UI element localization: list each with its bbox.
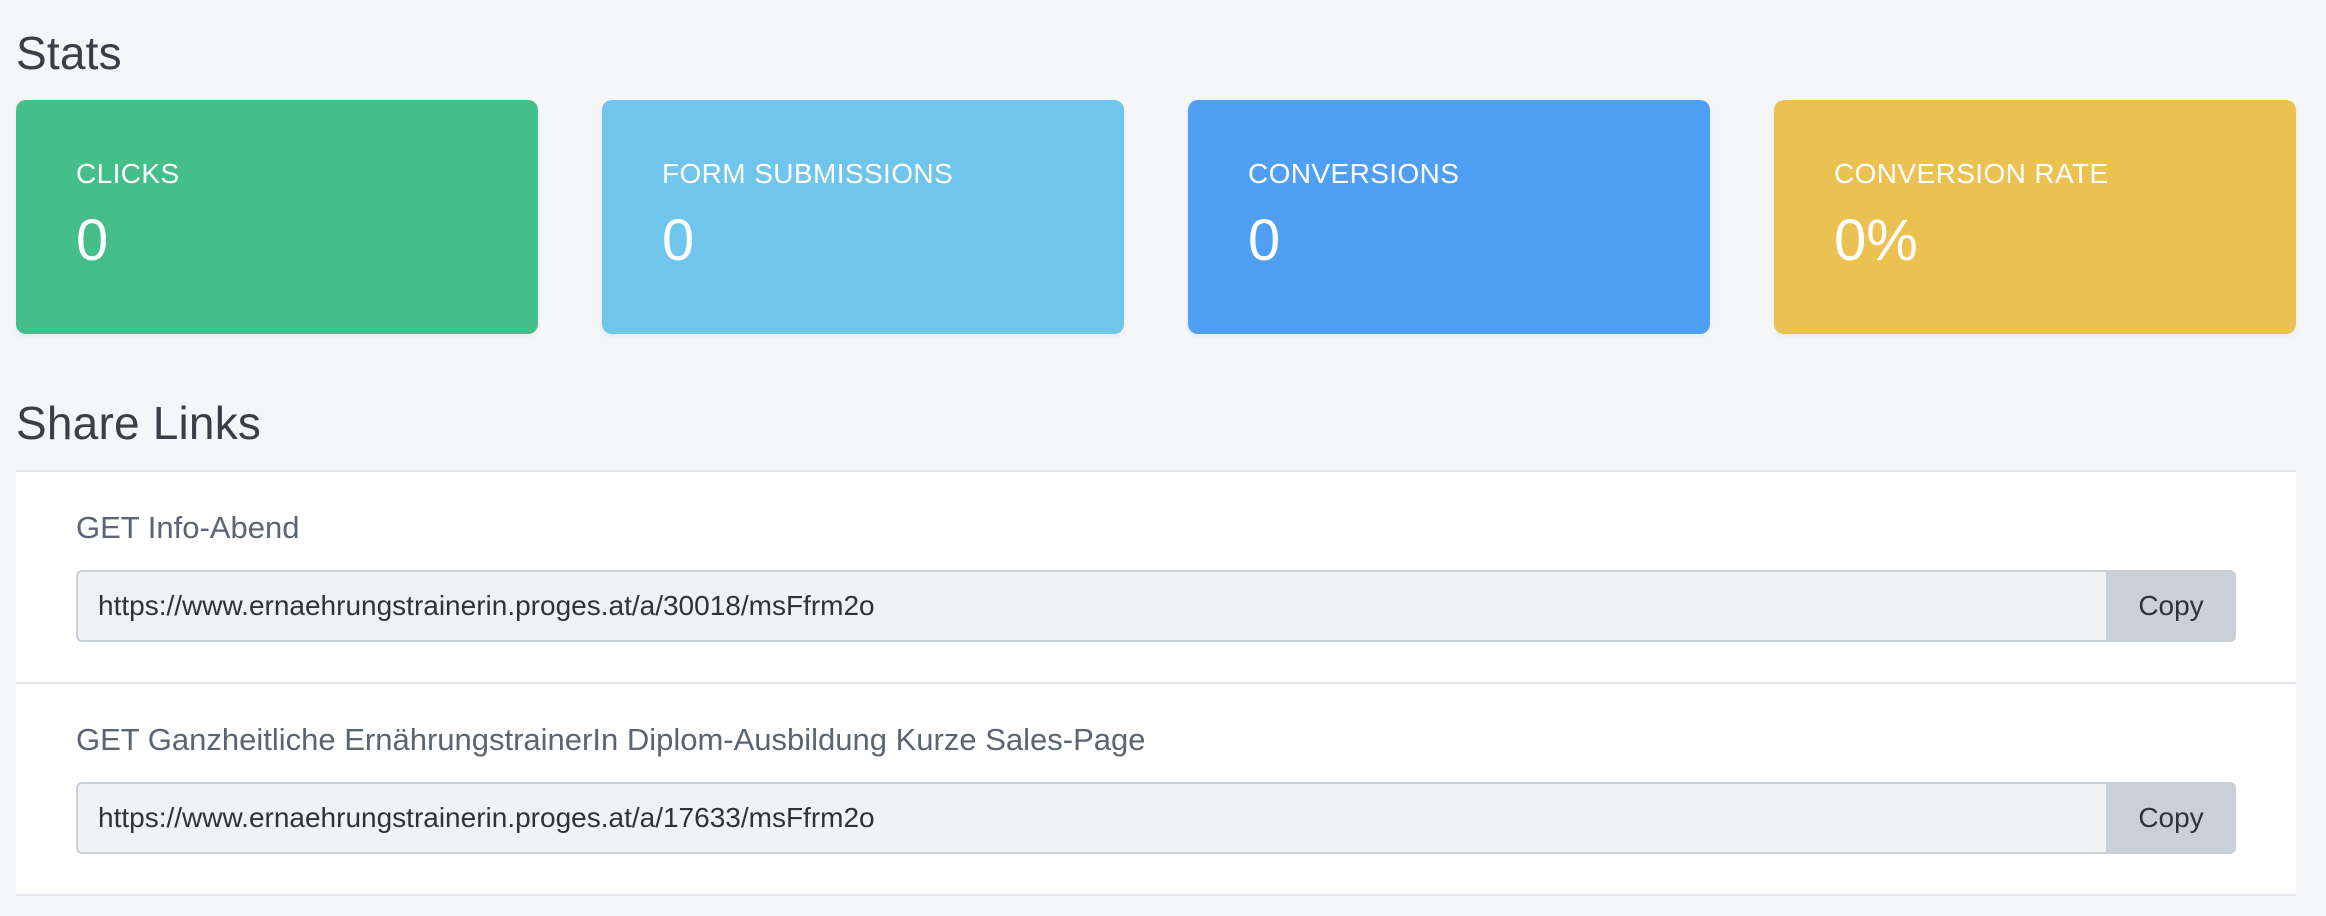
share-links-heading: Share Links — [16, 397, 262, 449]
share-link-item: GET Info-Abend Copy — [16, 472, 2296, 684]
stat-label: CONVERSIONS — [1248, 158, 1460, 189]
share-link-input-group: Copy — [76, 782, 2236, 854]
stat-card-conversion-rate: CONVERSION RATE 0% — [1774, 100, 2296, 334]
share-link-input-group: Copy — [76, 570, 2236, 642]
stat-label: CLICKS — [76, 158, 180, 189]
share-link-title: GET Info-Abend — [76, 510, 300, 545]
share-link-url-input[interactable] — [76, 570, 2106, 642]
stats-cards: CLICKS 0 FORM SUBMISSIONS 0 CONVERSIONS … — [16, 100, 2296, 334]
share-link-title: GET Ganzheitliche ErnährungstrainerIn Di… — [76, 722, 1146, 757]
stat-value: 0% — [1834, 208, 1918, 273]
stat-value: 0 — [1248, 208, 1281, 273]
stat-value: 0 — [76, 208, 109, 273]
copy-button[interactable]: Copy — [2106, 570, 2236, 642]
stat-card-conversions: CONVERSIONS 0 — [1188, 100, 1710, 334]
stat-card-form-submissions: FORM SUBMISSIONS 0 — [602, 100, 1124, 334]
page: Stats CLICKS 0 FORM SUBMISSIONS 0 CONVER… — [0, 0, 2326, 916]
copy-button[interactable]: Copy — [2106, 782, 2236, 854]
share-link-item: GET Ganzheitliche ErnährungstrainerIn Di… — [16, 684, 2296, 896]
share-link-url-input[interactable] — [76, 782, 2106, 854]
stat-card-clicks: CLICKS 0 — [16, 100, 538, 334]
stats-heading: Stats — [16, 27, 122, 79]
stat-label: FORM SUBMISSIONS — [662, 158, 954, 189]
stat-label: CONVERSION RATE — [1834, 158, 2109, 189]
share-links-list: GET Info-Abend Copy GET Ganzheitliche Er… — [16, 470, 2296, 896]
stat-value: 0 — [662, 208, 695, 273]
